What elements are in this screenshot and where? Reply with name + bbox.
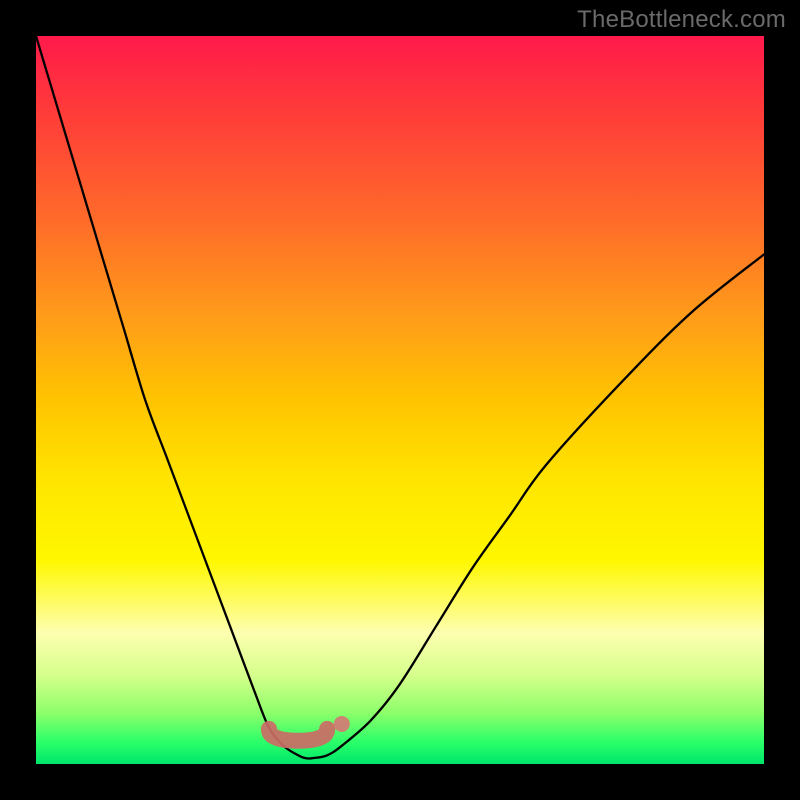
chart-frame: TheBottleneck.com bbox=[0, 0, 800, 800]
watermark-text: TheBottleneck.com bbox=[577, 6, 786, 34]
optimal-range-segment bbox=[269, 729, 327, 741]
bottleneck-curve bbox=[36, 36, 764, 759]
curve-svg bbox=[36, 36, 764, 764]
plot-area bbox=[36, 36, 764, 764]
optimal-range-dot bbox=[334, 716, 350, 732]
